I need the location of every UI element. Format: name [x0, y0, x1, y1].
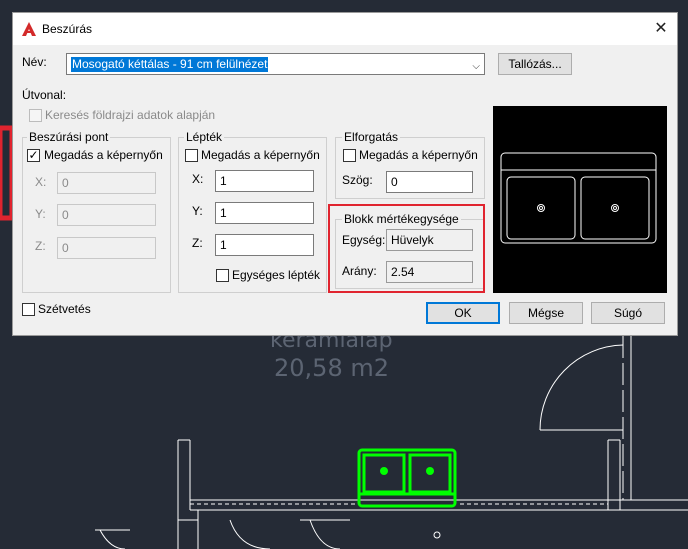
geo-checkbox-label: Keresés földrajzi adatok alapján [45, 108, 216, 122]
ok-button[interactable]: OK [426, 302, 500, 324]
autocad-logo-icon [22, 22, 36, 36]
rotation-specify-label: Megadás a képernyőn [359, 148, 478, 162]
insertion-specify-checkbox[interactable]: ✓ [27, 149, 40, 162]
fixture-point [433, 531, 441, 539]
scale-specify-checkbox[interactable] [185, 149, 198, 162]
scale-y-field[interactable]: 1 [215, 202, 314, 224]
angle-field[interactable]: 0 [386, 171, 473, 193]
block-preview [493, 106, 667, 293]
scale-x-field[interactable]: 1 [215, 170, 314, 192]
scale-z-field[interactable]: 1 [215, 234, 314, 256]
sink-drain-right [426, 467, 434, 475]
insertion-x-field: 0 [57, 172, 156, 194]
red-entity-fragment [0, 125, 15, 221]
insertion-point-title: Beszúrási pont [27, 130, 111, 144]
insertion-z-field: 0 [57, 237, 156, 259]
uniform-scale-checkbox[interactable] [216, 269, 229, 282]
insertion-y-label: Y: [35, 207, 46, 221]
uniform-scale-label: Egységes lépték [232, 268, 321, 282]
insertion-x-label: X: [35, 175, 47, 189]
selected-sink-block[interactable] [357, 448, 457, 508]
insert-dialog: Beszúrás ✕ Név: Mosogató kéttálas - 91 c… [12, 12, 678, 336]
room-area-text: 20,58 m2 [274, 354, 389, 382]
annotation-highlight-box [328, 204, 485, 293]
name-value: Mosogató kéttálas - 91 cm felülnézet [71, 57, 269, 72]
cancel-button[interactable]: Mégse [509, 302, 583, 324]
scale-z-label: Z: [192, 236, 203, 250]
explode-checkbox[interactable] [22, 303, 35, 316]
sink-preview-icon [500, 152, 657, 244]
chevron-down-icon[interactable]: ⌵ [472, 57, 480, 77]
scale-specify-label: Megadás a képernyőn [201, 148, 320, 162]
angle-label: Szög: [342, 173, 373, 187]
scale-title: Lépték [184, 130, 225, 144]
explode-label: Szétvetés [38, 302, 91, 316]
name-label: Név: [22, 55, 47, 69]
dialog-title: Beszúrás [42, 22, 93, 36]
close-button[interactable]: ✕ [645, 13, 677, 45]
help-button[interactable]: Súgó [591, 302, 665, 324]
insertion-specify-label: Megadás a képernyőn [44, 148, 163, 162]
rotation-specify-checkbox[interactable] [343, 149, 356, 162]
insertion-y-field: 0 [57, 204, 156, 226]
scale-y-label: Y: [192, 204, 203, 218]
sink-drain-left [380, 467, 388, 475]
name-combobox[interactable]: Mosogató kéttálas - 91 cm felülnézet ⌵ [66, 53, 485, 75]
dialog-titlebar[interactable]: Beszúrás ✕ [13, 13, 677, 45]
path-label: Útvonal: [22, 88, 67, 102]
door-symbol [539, 336, 632, 500]
browse-button[interactable]: Tallózás... [498, 53, 572, 75]
scale-x-label: X: [192, 172, 204, 186]
insertion-z-label: Z: [35, 239, 46, 253]
geo-checkbox [29, 109, 42, 122]
rotation-title: Elforgatás [342, 130, 401, 144]
